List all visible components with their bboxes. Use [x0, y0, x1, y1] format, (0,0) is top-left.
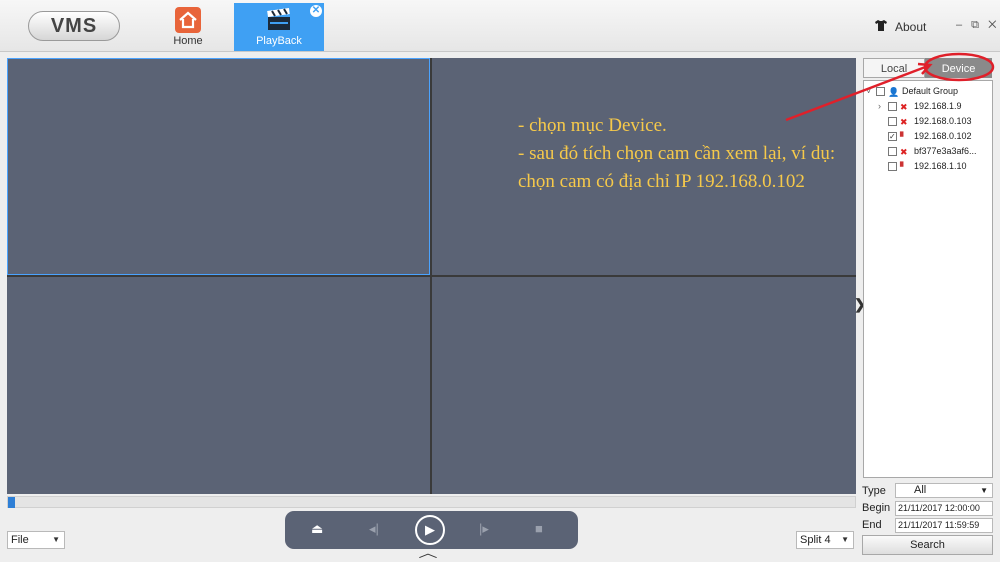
eject-icon[interactable]: ⏏ [311, 521, 323, 537]
step-back-icon[interactable]: ◂| [369, 521, 379, 537]
device-checkbox[interactable] [888, 102, 897, 112]
camera-offline-icon: ✖ [900, 101, 908, 112]
tree-device[interactable]: ▘ 192.168.0.102 [888, 129, 972, 143]
tab-playback[interactable]: ✕ PlayBack [234, 3, 324, 51]
user-icon: 👤 [888, 86, 900, 97]
clapperboard-icon [265, 7, 293, 32]
chevron-down-icon: ▼ [980, 486, 988, 495]
group-label: Default Group [902, 86, 959, 96]
video-pane-1[interactable] [7, 58, 430, 275]
device-label: 192.168.0.102 [914, 131, 972, 141]
chevron-right-icon[interactable]: › [878, 99, 888, 113]
camera-offline-icon: ✖ [900, 146, 908, 157]
tab-home-label: Home [173, 35, 203, 47]
file-select[interactable]: File ▼ [7, 531, 65, 549]
device-checkbox[interactable] [888, 117, 897, 127]
type-select-value: All [914, 484, 927, 496]
device-label: 192.168.0.103 [914, 116, 972, 126]
shirt-icon [875, 20, 887, 34]
device-label: 192.168.1.10 [914, 161, 967, 171]
tree-group[interactable]: ˅ 👤 Default Group [866, 84, 958, 98]
window-controls[interactable]: – ⧉ ✕ [956, 19, 999, 32]
home-icon [175, 7, 201, 33]
group-checkbox[interactable] [876, 87, 885, 97]
app-logo: VMS [28, 11, 120, 41]
type-label: Type [862, 485, 886, 497]
split-select-value: Split 4 [800, 534, 831, 546]
tab-local[interactable]: Local [863, 58, 925, 78]
split-select[interactable]: Split 4 ▼ [796, 531, 854, 549]
chevron-down-icon: ▼ [841, 535, 849, 544]
tab-device[interactable]: Device [925, 58, 992, 78]
begin-label: Begin [862, 502, 891, 514]
video-pane-4[interactable] [432, 277, 856, 494]
annotation-text: - chọn mục Device. - sau đó tích chọn ca… [518, 115, 836, 192]
timeline-marker[interactable] [8, 497, 15, 508]
about-button[interactable]: About [875, 20, 926, 34]
device-tree: ˅ 👤 Default Group › ✖ 192.168.1.9 ✖ 192.168.0… [863, 80, 993, 478]
device-label: 192.168.1.9 [914, 101, 962, 111]
collapse-controls-icon[interactable]: ︿ [418, 544, 437, 561]
step-forward-icon[interactable]: |▸ [479, 521, 489, 537]
type-select[interactable]: All ▼ [895, 483, 993, 498]
stop-icon[interactable]: ■ [535, 521, 543, 536]
chevron-down-icon[interactable]: ˅ [866, 84, 876, 98]
tree-device[interactable]: ✖ 192.168.0.103 [888, 114, 972, 128]
top-bar: VMS Home ✕ PlayBack About – ⧉ ✕ [0, 0, 1000, 52]
device-checkbox[interactable] [888, 162, 897, 172]
search-button[interactable]: Search [862, 535, 993, 555]
camera-icon: ▘ [900, 161, 907, 172]
timeline-bar[interactable] [7, 496, 856, 508]
camera-offline-icon: ✖ [900, 116, 908, 127]
device-label: bf377e3a3af6... [914, 146, 977, 156]
device-panel: Local Device ˅ 👤 Default Group › ✖ 192.168.1… [861, 58, 994, 478]
file-select-value: File [11, 534, 29, 546]
end-datetime-input[interactable]: 21/11/2017 11:59:59 [895, 518, 993, 533]
tree-device[interactable]: ✖ bf377e3a3af6... [888, 144, 977, 158]
video-pane-3[interactable] [7, 277, 430, 494]
tree-device[interactable]: ▘ 192.168.1.10 [888, 159, 967, 173]
about-label: About [895, 20, 927, 34]
camera-icon: ▘ [900, 131, 907, 142]
play-icon[interactable]: ▶ [415, 515, 445, 545]
device-checkbox-checked[interactable] [888, 132, 897, 142]
tab-playback-label: PlayBack [256, 35, 302, 47]
tab-home[interactable]: Home [160, 3, 216, 51]
tree-device[interactable]: › ✖ 192.168.1.9 [878, 99, 962, 113]
device-checkbox[interactable] [888, 147, 897, 157]
begin-datetime-input[interactable]: 21/11/2017 12:00:00 [895, 501, 993, 516]
end-label: End [862, 519, 882, 531]
close-tab-icon[interactable]: ✕ [310, 5, 322, 17]
chevron-down-icon: ▼ [52, 535, 60, 544]
